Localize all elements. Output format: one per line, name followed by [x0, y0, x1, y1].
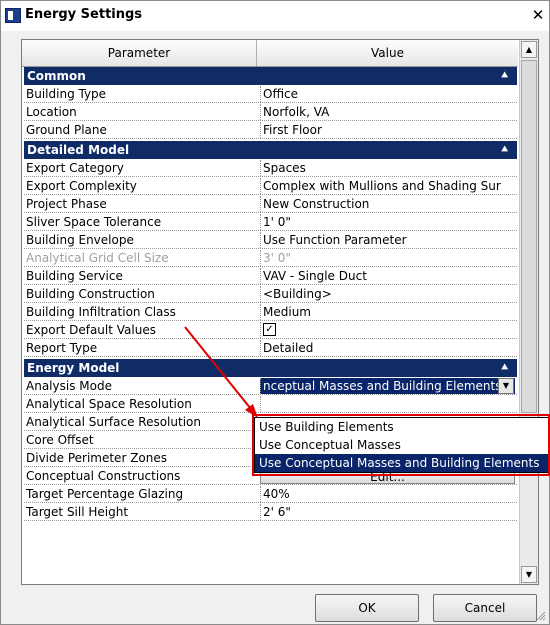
section-energy-model[interactable]: Energy Model ⯅	[24, 359, 517, 377]
param-value[interactable]: Medium	[260, 304, 515, 320]
param-value[interactable]: Use Function Parameter	[260, 232, 515, 248]
window-title: Energy Settings	[25, 7, 143, 22]
row-building-infiltration-class[interactable]: Building Infiltration Class Medium	[24, 303, 517, 321]
param-label: Building Envelope	[26, 233, 134, 247]
resize-grip-icon[interactable]	[536, 611, 546, 621]
chevron-up-icon[interactable]: ⯅	[500, 67, 509, 85]
row-building-type[interactable]: Building Type Office	[24, 85, 517, 103]
param-value[interactable]: 1' 0"	[260, 214, 515, 230]
section-label: Energy Model	[27, 361, 120, 375]
grid-header: Parameter Value	[22, 40, 518, 67]
row-analytical-grid-cell-size: Analytical Grid Cell Size 3' 0"	[24, 249, 517, 267]
param-label: Export Default Values	[26, 323, 156, 337]
param-value[interactable]: First Floor	[260, 122, 515, 138]
param-value[interactable]: 2' 6"	[260, 504, 515, 520]
energy-settings-dialog: Energy Settings ✕ Parameter Value Common…	[0, 0, 550, 625]
param-value: ✓	[260, 322, 515, 338]
row-analytical-space-resolution[interactable]: Analytical Space Resolution	[24, 395, 517, 413]
param-label: Building Infiltration Class	[26, 305, 176, 319]
row-report-type[interactable]: Report Type Detailed	[24, 339, 517, 357]
param-value[interactable]: Complex with Mullions and Shading Sur	[260, 178, 515, 194]
row-sliver-space-tolerance[interactable]: Sliver Space Tolerance 1' 0"	[24, 213, 517, 231]
param-label: Analytical Grid Cell Size	[26, 251, 169, 265]
row-ground-plane[interactable]: Ground Plane First Floor	[24, 121, 517, 139]
analysis-mode-select[interactable]: nceptual Masses and Building Elements ▼	[260, 378, 515, 394]
param-value[interactable]: New Construction	[260, 196, 515, 212]
scroll-up-icon[interactable]: ▲	[521, 41, 537, 58]
param-value: 3' 0"	[260, 250, 515, 266]
row-export-default-values[interactable]: Export Default Values ✓	[24, 321, 517, 339]
row-building-construction[interactable]: Building Construction <Building>	[24, 285, 517, 303]
dropdown-arrow-icon[interactable]: ▼	[498, 378, 514, 394]
param-label: Analysis Mode	[26, 379, 112, 393]
section-label: Common	[27, 69, 86, 83]
analysis-mode-dropdown-list: Use Building Elements Use Conceptual Mas…	[254, 417, 550, 473]
param-label: Export Complexity	[26, 179, 137, 193]
app-icon	[5, 8, 21, 23]
param-label: Building Type	[26, 87, 107, 101]
param-value[interactable]: Spaces	[260, 160, 515, 176]
row-target-percentage-glazing[interactable]: Target Percentage Glazing 40%	[24, 485, 517, 503]
param-label: Divide Perimeter Zones	[26, 451, 167, 465]
properties-grid: Parameter Value Common ⯅ Building Type Of…	[21, 39, 539, 585]
param-value[interactable]: Detailed	[260, 340, 515, 356]
close-button[interactable]: ✕	[530, 6, 546, 24]
param-label: Location	[26, 105, 77, 119]
param-value[interactable]: 40%	[260, 486, 515, 502]
parameter-column-header[interactable]: Parameter	[22, 40, 257, 66]
checkbox-checked[interactable]: ✓	[263, 323, 276, 336]
param-label: Export Category	[26, 161, 124, 175]
param-label: Building Service	[26, 269, 123, 283]
param-label: Analytical Surface Resolution	[26, 415, 201, 429]
row-export-complexity[interactable]: Export Complexity Complex with Mullions a…	[24, 177, 517, 195]
param-label: Target Sill Height	[26, 505, 129, 519]
param-label: Conceptual Constructions	[26, 469, 181, 483]
param-label: Target Percentage Glazing	[26, 487, 184, 501]
param-label: Building Construction	[26, 287, 155, 301]
option-use-conceptual-masses[interactable]: Use Conceptual Masses	[255, 436, 549, 454]
selected-value: nceptual Masses and Building Elements	[263, 379, 502, 393]
scroll-down-icon[interactable]: ▼	[521, 566, 537, 583]
title-bar[interactable]: Energy Settings ✕	[1, 1, 549, 31]
option-use-conceptual-masses-and-building-elements[interactable]: Use Conceptual Masses and Building Eleme…	[255, 454, 549, 472]
param-label: Project Phase	[26, 197, 107, 211]
row-building-service[interactable]: Building Service VAV - Single Duct	[24, 267, 517, 285]
row-target-sill-height[interactable]: Target Sill Height 2' 6"	[24, 503, 517, 521]
vertical-scrollbar[interactable]: ▲ ▼	[519, 40, 538, 584]
scroll-thumb[interactable]	[521, 60, 537, 413]
param-label: Ground Plane	[26, 123, 107, 137]
param-label: Core Offset	[26, 433, 94, 447]
row-location[interactable]: Location Norfolk, VA	[24, 103, 517, 121]
param-value[interactable]: VAV - Single Duct	[260, 268, 515, 284]
param-value[interactable]: Office	[260, 86, 515, 102]
param-label: Sliver Space Tolerance	[26, 215, 162, 229]
row-building-envelope[interactable]: Building Envelope Use Function Parameter	[24, 231, 517, 249]
section-detailed-model[interactable]: Detailed Model ⯅	[24, 141, 517, 159]
param-label: Report Type	[26, 341, 98, 355]
option-use-building-elements[interactable]: Use Building Elements	[255, 418, 549, 436]
row-export-category[interactable]: Export Category Spaces	[24, 159, 517, 177]
param-value[interactable]	[260, 396, 515, 412]
chevron-up-icon[interactable]: ⯅	[500, 141, 509, 159]
ok-button[interactable]: OK	[315, 594, 419, 622]
row-analysis-mode[interactable]: Analysis Mode nceptual Masses and Buildi…	[24, 377, 517, 395]
value-column-header[interactable]: Value	[257, 40, 518, 66]
param-label: Analytical Space Resolution	[26, 397, 192, 411]
param-value[interactable]: <Building>	[260, 286, 515, 302]
row-project-phase[interactable]: Project Phase New Construction	[24, 195, 517, 213]
section-label: Detailed Model	[27, 143, 130, 157]
section-common[interactable]: Common ⯅	[24, 67, 517, 85]
chevron-up-icon[interactable]: ⯅	[500, 359, 509, 377]
cancel-button[interactable]: Cancel	[433, 594, 537, 622]
param-value[interactable]: Norfolk, VA	[260, 104, 515, 120]
